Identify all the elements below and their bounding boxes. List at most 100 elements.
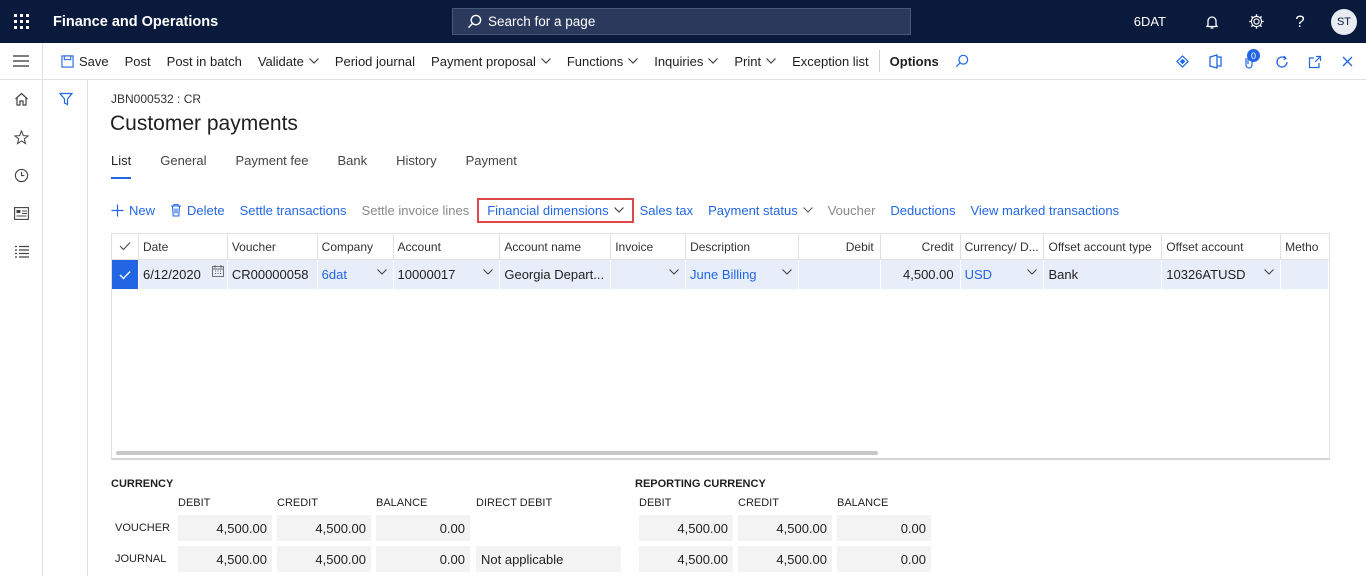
deductions-button[interactable]: Deductions	[890, 203, 955, 218]
voucher-credit-value: 4,500.00	[277, 515, 371, 541]
debit-cell[interactable]	[799, 260, 881, 289]
offset-account-type-cell[interactable]: Bank	[1044, 260, 1163, 289]
journal-debit-value: 4,500.00	[178, 546, 272, 572]
column-header-description[interactable]: Description	[686, 234, 799, 259]
rep-voucher-credit-value: 4,500.00	[738, 515, 832, 541]
new-button[interactable]: New	[111, 203, 155, 218]
description-cell[interactable]: June Billing	[686, 260, 799, 289]
open-new-window-icon[interactable]	[1298, 43, 1331, 80]
search-placeholder: Search for a page	[488, 14, 596, 29]
save-button[interactable]: Save	[53, 43, 117, 80]
tab-history[interactable]: History	[396, 153, 436, 179]
bell-icon[interactable]	[1190, 0, 1234, 43]
attachments-icon[interactable]: 0	[1232, 43, 1265, 80]
currency-value: USD	[964, 267, 993, 282]
voucher-cell[interactable]: CR00000058	[228, 260, 318, 289]
tab-list[interactable]: List	[111, 153, 132, 179]
column-header-offset-account-type[interactable]: Offset account type	[1044, 234, 1163, 259]
settle-invoice-lines-button[interactable]: Settle invoice lines	[362, 203, 470, 218]
column-header-currency[interactable]: Currency/ D...	[961, 234, 1045, 259]
delete-button[interactable]: Delete	[170, 203, 225, 218]
search-icon	[467, 14, 482, 29]
close-icon[interactable]	[1331, 43, 1364, 80]
row-select-checkbox[interactable]	[112, 260, 139, 289]
top-bar: Finance and Operations Search for a page…	[0, 0, 1366, 43]
journal-lines-grid: Date Voucher Company Account Account nam…	[111, 233, 1330, 460]
action-pane: Save Post Post in batch Validate Period …	[0, 42, 1366, 80]
rep-col-balance-label: BALANCE	[837, 497, 889, 509]
tab-general[interactable]: General	[160, 153, 206, 179]
method-cell[interactable]	[1281, 260, 1329, 289]
tab-bank[interactable]: Bank	[337, 153, 367, 179]
tab-payment-fee[interactable]: Payment fee	[235, 153, 308, 179]
page-search-input[interactable]: Search for a page	[452, 8, 911, 35]
credit-cell[interactable]: 4,500.00	[881, 260, 961, 289]
payment-proposal-menu[interactable]: Payment proposal	[423, 43, 559, 80]
column-header-date[interactable]: Date	[139, 234, 228, 259]
workspace-icon[interactable]	[0, 194, 43, 232]
tab-payment[interactable]: Payment	[466, 153, 517, 179]
invoice-cell[interactable]	[611, 260, 687, 289]
column-header-account-name[interactable]: Account name	[500, 234, 612, 259]
date-cell[interactable]: 6/12/2020	[139, 260, 228, 289]
tab-strip: List General Payment fee Bank History Pa…	[111, 153, 546, 179]
account-name-cell[interactable]: Georgia Depart...	[500, 260, 612, 289]
functions-menu[interactable]: Functions	[559, 43, 646, 80]
gear-icon[interactable]	[1234, 0, 1278, 43]
company-cell[interactable]: 6dat	[318, 260, 394, 289]
offset-account-cell[interactable]: 10326ATUSD	[1162, 260, 1282, 289]
record-caption: JBN000532 : CR	[111, 92, 202, 106]
options-tab[interactable]: Options	[882, 43, 947, 80]
settle-transactions-button[interactable]: Settle transactions	[240, 203, 347, 218]
column-header-voucher[interactable]: Voucher	[228, 234, 318, 259]
account-cell[interactable]: 10000017	[394, 260, 501, 289]
clock-icon[interactable]	[0, 156, 43, 194]
office-icon[interactable]	[1199, 43, 1232, 80]
inquiries-label: Inquiries	[654, 53, 704, 69]
financial-dimensions-menu[interactable]: Financial dimensions	[477, 197, 634, 223]
select-all-checkbox[interactable]	[112, 234, 139, 259]
post-button[interactable]: Post	[117, 43, 159, 80]
reporting-currency-section-title: REPORTING CURRENCY	[635, 478, 766, 490]
chevron-down-icon	[1027, 269, 1038, 275]
filter-icon[interactable]	[43, 80, 88, 118]
action-search-icon[interactable]	[947, 43, 977, 80]
refresh-icon[interactable]	[1265, 43, 1298, 80]
horizontal-scrollbar[interactable]	[116, 451, 878, 455]
help-icon[interactable]: ?	[1278, 0, 1322, 43]
currency-cell[interactable]: USD	[961, 260, 1045, 289]
waffle-icon[interactable]	[0, 0, 43, 43]
table-row[interactable]: 6/12/2020 CR00000058 6dat 10000017 Georg…	[112, 260, 1329, 289]
home-icon[interactable]	[0, 80, 43, 118]
column-header-debit[interactable]: Debit	[799, 234, 881, 259]
chevron-down-icon	[802, 207, 813, 213]
post-in-batch-button[interactable]: Post in batch	[159, 43, 250, 80]
column-header-company[interactable]: Company	[318, 234, 394, 259]
view-marked-transactions-button[interactable]: View marked transactions	[970, 203, 1119, 218]
avatar[interactable]: ST	[1331, 8, 1357, 35]
journal-credit-value: 4,500.00	[277, 546, 371, 572]
company-picker[interactable]: 6DAT	[1134, 14, 1166, 29]
print-menu[interactable]: Print	[726, 43, 784, 80]
calendar-icon[interactable]	[211, 265, 224, 277]
app-title[interactable]: Finance and Operations	[53, 14, 218, 30]
date-value: 6/12/2020	[142, 267, 201, 282]
column-header-credit[interactable]: Credit	[881, 234, 961, 259]
inquiries-menu[interactable]: Inquiries	[646, 43, 726, 80]
column-header-method[interactable]: Metho	[1281, 234, 1329, 259]
voucher-button[interactable]: Voucher	[828, 203, 876, 218]
power-apps-icon[interactable]	[1166, 43, 1199, 80]
divider	[878, 50, 880, 72]
hamburger-icon[interactable]	[0, 42, 43, 80]
star-icon[interactable]	[0, 118, 43, 156]
chevron-down-icon	[781, 269, 792, 275]
column-header-invoice[interactable]: Invoice	[611, 234, 687, 259]
exception-list-button[interactable]: Exception list	[784, 43, 877, 80]
column-header-offset-account[interactable]: Offset account	[1162, 234, 1282, 259]
sales-tax-button[interactable]: Sales tax	[640, 203, 693, 218]
validate-menu[interactable]: Validate	[250, 43, 327, 80]
period-journal-button[interactable]: Period journal	[327, 43, 423, 80]
column-header-account[interactable]: Account	[394, 234, 501, 259]
list-icon[interactable]	[0, 232, 43, 270]
payment-status-menu[interactable]: Payment status	[708, 203, 813, 218]
